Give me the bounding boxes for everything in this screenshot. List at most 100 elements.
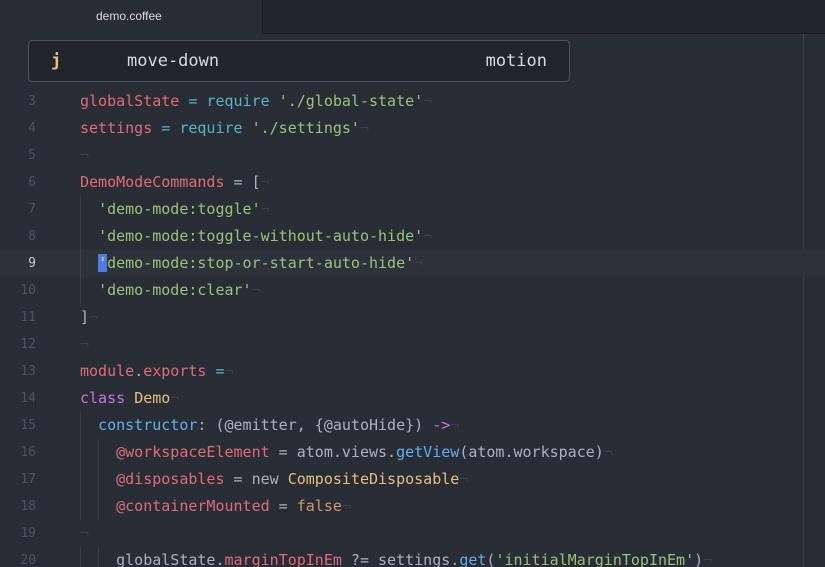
code-text: ]¬ (80, 304, 98, 331)
code-line[interactable]: 7 'demo-mode:toggle'¬ (0, 196, 825, 223)
line-number: 17 (20, 472, 36, 487)
code-token: class (80, 389, 126, 407)
line-number: 19 (20, 526, 36, 541)
code-text: DemoModeCommands = [¬ (80, 169, 270, 196)
eol-marker: ¬ (423, 92, 433, 110)
code-token: module (80, 362, 135, 380)
code-token: ?= settings. (341, 551, 460, 567)
code-line[interactable]: 13 module.exports =¬ (0, 358, 825, 385)
popup-command: move-down (127, 51, 220, 71)
code-token: . (134, 362, 144, 380)
code-line[interactable]: 9 'demo-mode:stop-or-start-auto-hide'¬ (0, 250, 825, 277)
eol-marker: ¬ (414, 254, 424, 272)
code-token: getView (396, 443, 460, 461)
code-line[interactable]: 20 globalState.marginTopInEm ?= settings… (0, 547, 825, 567)
eol-marker: ¬ (80, 146, 90, 164)
eol-marker: ¬ (359, 119, 369, 137)
line-number: 8 (28, 229, 36, 244)
code-token: ] (80, 308, 90, 326)
code-line[interactable]: 5 ¬ (0, 142, 825, 169)
code-text: class Demo¬ (80, 385, 179, 412)
eol-marker: ¬ (80, 335, 90, 353)
code-token: globalState (80, 92, 180, 110)
line-number: 4 (28, 121, 36, 136)
code-token: 'initialMarginTopInEm' (495, 551, 695, 567)
line-number: 16 (20, 445, 36, 460)
code-token: exports (143, 362, 207, 380)
code-line[interactable]: 8 'demo-mode:toggle-without-auto-hide'¬ (0, 223, 825, 250)
line-number: 9 (28, 256, 36, 271)
code-token: false (296, 497, 342, 515)
code-line[interactable]: 4 settings = require './settings'¬ (0, 115, 825, 142)
code-token: globalState. (80, 551, 225, 567)
eol-marker: ¬ (450, 416, 460, 434)
code-line[interactable]: 10 'demo-mode:clear'¬ (0, 277, 825, 304)
eol-marker: ¬ (89, 308, 99, 326)
code-line[interactable]: 19 ¬ (0, 520, 825, 547)
code-token: Demo (134, 389, 171, 407)
code-token: = [ (224, 173, 261, 191)
eol-marker: ¬ (341, 497, 351, 515)
code-token: './settings' (251, 119, 360, 137)
code-token: (atom.workspace) (459, 443, 604, 461)
code-text: globalState = require './global-state'¬ (80, 88, 432, 115)
line-number: 3 (28, 94, 36, 109)
line-number: 5 (28, 148, 36, 163)
code-text: module.exports =¬ (80, 358, 234, 385)
popup-category: motion (485, 51, 547, 71)
eol-marker: ¬ (170, 389, 180, 407)
tab-demo-coffee[interactable]: demo.coffee (0, 0, 263, 34)
line-number: 15 (20, 418, 36, 433)
code-line[interactable]: 12 ¬ (0, 331, 825, 358)
line-number: 20 (20, 553, 36, 567)
code-line[interactable]: 11]¬ (0, 304, 825, 331)
eol-marker: ¬ (459, 470, 469, 488)
code-line[interactable]: 15 constructor: (@emitter, {@autoHide}) … (0, 412, 825, 439)
code-editor[interactable]: 3 globalState = require './global-state'¬… (0, 34, 825, 567)
code-text: 'demo-mode:toggle-without-auto-hide'¬ (80, 223, 432, 250)
code-token: @workspaceElement (116, 443, 270, 461)
code-line[interactable]: 16 @workspaceElement = atom.views.getVie… (0, 439, 825, 466)
code-text: @containerMounted = false¬ (80, 493, 351, 520)
tab-title: demo.coffee (96, 9, 162, 23)
eol-marker: ¬ (260, 200, 270, 218)
code-text: ¬ (80, 520, 89, 547)
code-text: 'demo-mode:toggle'¬ (80, 196, 270, 223)
code-token: = new (224, 470, 288, 488)
code-text: @disposables = new CompositeDisposable¬ (80, 466, 468, 493)
code-token: './global-state' (278, 92, 424, 110)
code-text: 'demo-mode:clear'¬ (80, 277, 261, 304)
code-token: : (@emitter, {@autoHide}) (197, 416, 433, 434)
code-token: -> (432, 416, 451, 434)
code-line[interactable]: 18 @containerMounted = false¬ (0, 493, 825, 520)
code-line[interactable]: 17 @disposables = new CompositeDisposabl… (0, 466, 825, 493)
code-token: ) (694, 551, 704, 567)
line-number: 11 (20, 310, 36, 325)
code-text: settings = require './settings'¬ (80, 115, 369, 142)
code-text: ¬ (80, 142, 89, 169)
code-line[interactable]: 14 class Demo¬ (0, 385, 825, 412)
code-text: ¬ (80, 331, 89, 358)
line-number: 14 (20, 391, 36, 406)
code-token: = (215, 362, 225, 380)
code-token: constructor (98, 416, 198, 434)
code-token: 'demo-mode:toggle' (98, 200, 261, 218)
code-token: = (161, 119, 171, 137)
line-number: 18 (20, 499, 36, 514)
eol-marker: ¬ (703, 551, 713, 567)
line-number: 7 (28, 202, 36, 217)
line-number: 6 (28, 175, 36, 190)
code-token: = (269, 497, 297, 515)
code-line[interactable]: 3 globalState = require './global-state'¬ (0, 88, 825, 115)
code-line[interactable]: 6 DemoModeCommands = [¬ (0, 169, 825, 196)
code-token: 'demo-mode:clear' (98, 281, 252, 299)
code-token: require (206, 92, 270, 110)
